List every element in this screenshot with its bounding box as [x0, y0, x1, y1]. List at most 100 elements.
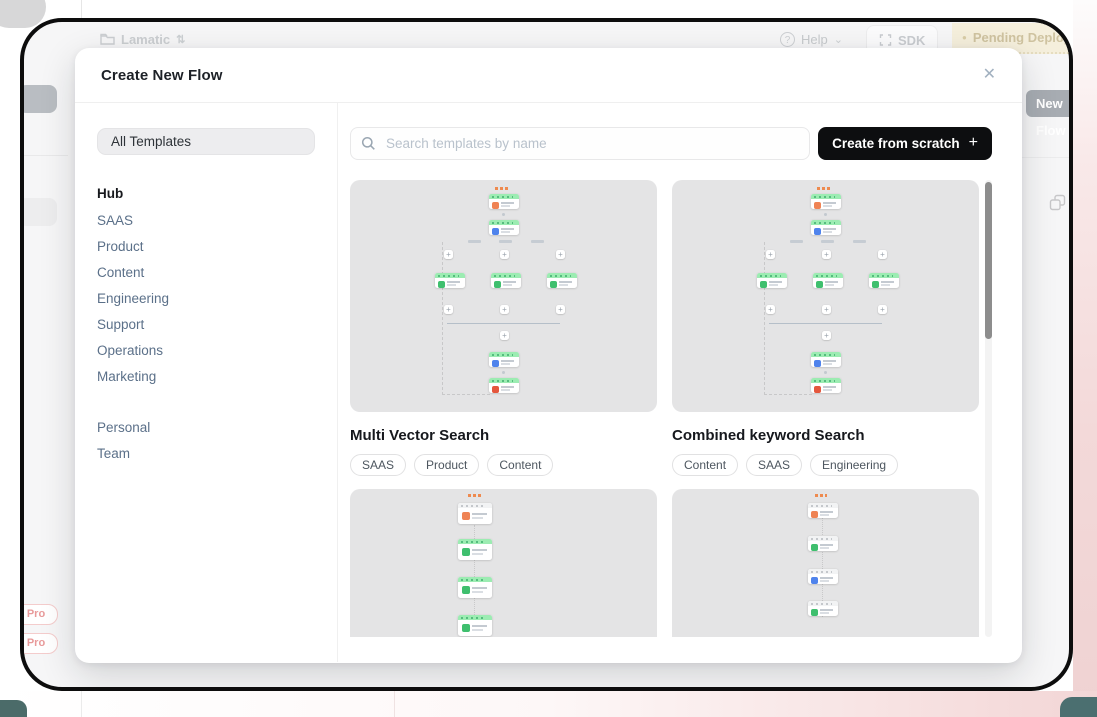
sidebar-section-hub[interactable]: Hub: [97, 186, 315, 201]
mini-flow-node: [458, 615, 492, 636]
tag-badge: Content: [672, 454, 738, 476]
mini-plus-node: [766, 250, 775, 259]
mini-branch-label: [821, 240, 834, 243]
mini-flow-node: [813, 273, 843, 288]
pink-gradient-band: [0, 691, 1097, 717]
background-grid-line: [81, 0, 82, 18]
pro-badge: Pro: [20, 604, 58, 625]
tag-badge: Engineering: [810, 454, 898, 476]
sidebar-item-product[interactable]: Product: [97, 240, 315, 253]
mini-plus-node: [500, 305, 509, 314]
brackets-icon: [879, 34, 892, 46]
mini-flow-node: [491, 273, 521, 288]
mini-dashed-line: [764, 242, 765, 395]
mini-dashed-line: [442, 394, 490, 395]
modal-header: Create New Flow ✕: [75, 48, 1022, 103]
sidebar-item-support[interactable]: Support: [97, 318, 315, 331]
mini-plus-node: [822, 250, 831, 259]
tag-badge: Product: [414, 454, 479, 476]
mini-flow-node: [458, 503, 492, 524]
mini-plus-node: [822, 331, 831, 340]
search-icon: [361, 136, 376, 151]
mini-flow-node: [489, 352, 519, 367]
sidebar-item-team[interactable]: Team: [97, 447, 315, 460]
template-gallery: Create from scratch + Multi Vector Searc…: [338, 103, 1022, 662]
tag-badge: Content: [487, 454, 553, 476]
mini-plus-node: [444, 250, 453, 259]
mini-dashed-line: [442, 242, 443, 395]
template-title: Combined keyword Search: [672, 427, 979, 444]
pro-badge: Pro: [20, 633, 58, 654]
sidebar-item-placeholder: [20, 198, 57, 226]
mini-connector-dot: [502, 213, 505, 216]
help-menu[interactable]: ? Help ⌄: [780, 32, 843, 47]
sidebar-item-operations[interactable]: Operations: [97, 344, 315, 357]
mini-flow-node: [547, 273, 577, 288]
mini-branch-label: [468, 240, 481, 243]
mini-branch-label: [531, 240, 544, 243]
sidebar-item-all-templates[interactable]: All Templates: [97, 128, 315, 155]
create-from-scratch-label: Create from scratch: [832, 136, 960, 151]
sidebar-item-content[interactable]: Content: [97, 266, 315, 279]
template-thumbnail[interactable]: [672, 489, 979, 637]
mini-branch-label: [790, 240, 803, 243]
sidebar-logo-placeholder: [20, 85, 57, 113]
updown-caret-icon: ⇅: [176, 33, 185, 46]
sidebar-item-marketing[interactable]: Marketing: [97, 370, 315, 383]
background-grid-line: [81, 691, 82, 717]
workspace-switcher[interactable]: Lamatic ⇅: [100, 32, 185, 47]
mini-flow-node: [811, 378, 841, 393]
mini-flow-node: [808, 569, 838, 584]
mini-flow-node: [435, 273, 465, 288]
template-card: Multi Vector Search SAAS Product Content: [350, 180, 657, 476]
template-scroll-area: Multi Vector Search SAAS Product Content: [350, 180, 992, 637]
template-thumbnail[interactable]: [350, 180, 657, 412]
create-from-scratch-button[interactable]: Create from scratch +: [818, 127, 992, 160]
scrollbar-track[interactable]: [985, 180, 992, 637]
help-label: Help: [801, 32, 828, 47]
sidebar-item-engineering[interactable]: Engineering: [97, 292, 315, 305]
chevron-down-icon: ⌄: [834, 33, 843, 46]
mini-flow-node: [869, 273, 899, 288]
mini-plus-node: [444, 305, 453, 314]
mini-plus-node: [500, 331, 509, 340]
template-thumbnail[interactable]: [350, 489, 657, 637]
mini-plus-node: [822, 305, 831, 314]
sidebar-item-saas[interactable]: SAAS: [97, 214, 315, 227]
mini-flow-node: [811, 352, 841, 367]
mini-flow-node: [489, 194, 519, 209]
scrollbar-thumb[interactable]: [985, 182, 992, 339]
folder-icon: [100, 33, 115, 46]
sidebar-item-personal[interactable]: Personal: [97, 421, 315, 434]
help-circle-icon: ?: [780, 32, 795, 47]
mini-plus-node: [878, 305, 887, 314]
template-category-sidebar: All Templates Hub SAAS Product Content E…: [75, 103, 338, 662]
mini-trigger-tick: [815, 494, 827, 497]
divider: [1022, 157, 1069, 158]
search-input[interactable]: [384, 135, 799, 152]
mini-flow-node: [811, 220, 841, 235]
background-grid-line: [394, 691, 395, 717]
mini-plus-node: [500, 250, 509, 259]
tag-badge: SAAS: [746, 454, 802, 476]
mini-trigger-tick: [495, 187, 509, 190]
mini-trigger-tick: [817, 187, 831, 190]
mini-plus-node: [556, 250, 565, 259]
mini-merge-line: [769, 323, 882, 324]
new-flow-button[interactable]: New Flow: [1026, 90, 1073, 117]
mini-dashed-line: [764, 394, 812, 395]
mini-flow-node: [808, 503, 838, 518]
close-icon[interactable]: ✕: [983, 67, 996, 83]
mini-merge-line: [447, 323, 560, 324]
mini-plus-node: [766, 305, 775, 314]
template-thumbnail[interactable]: [672, 180, 979, 412]
mini-branch-label: [499, 240, 512, 243]
mini-plus-node: [556, 305, 565, 314]
template-search: [350, 127, 810, 160]
mini-flow-node: [811, 194, 841, 209]
mini-flow-node: [808, 601, 838, 616]
mini-flow-node: [757, 273, 787, 288]
workspace-name: Lamatic: [121, 32, 170, 47]
pending-deployment-label: Pending Deploy: [973, 30, 1071, 45]
mini-connector-dot: [502, 371, 505, 374]
